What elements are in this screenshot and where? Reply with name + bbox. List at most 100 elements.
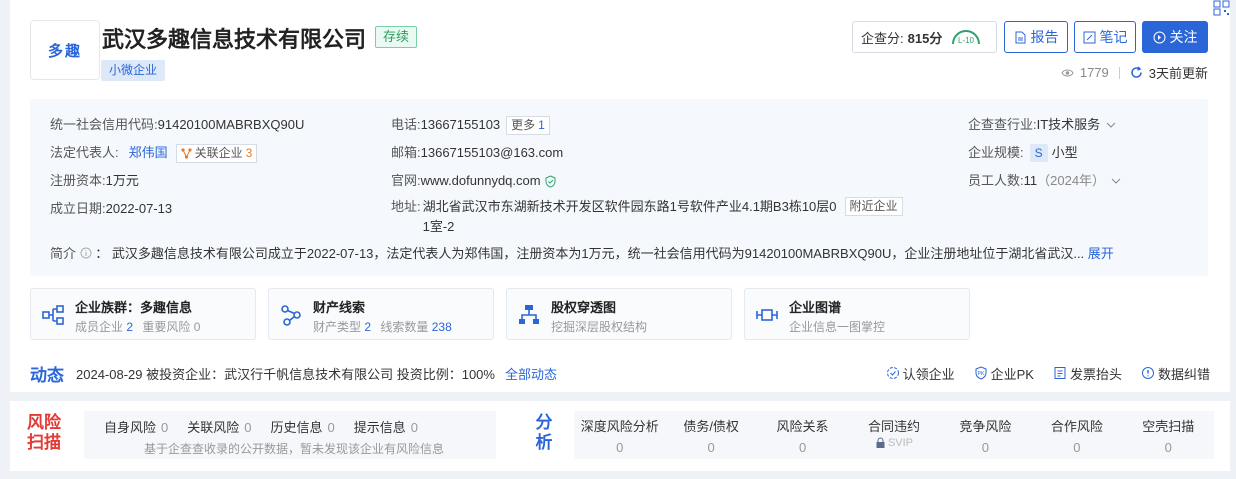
report-button[interactable]: 报告	[1004, 21, 1068, 53]
risk-note: 基于企查查收录的公开数据，暂未发现该企业有风险信息	[144, 442, 445, 456]
score-label: 企查分:	[861, 30, 904, 46]
feature-subtitle: 财产类型 2 线索数量 238	[313, 318, 452, 335]
scale-row: 企业规模: S 小型	[968, 139, 1121, 167]
credit-code-label: 统一社会信用代码:	[50, 117, 158, 132]
feature-card-group[interactable]: 企业族群：多趣信息 成员企业 2 重要风险 0	[30, 288, 256, 340]
related-companies-tag[interactable]: 关联企业 3	[175, 143, 258, 163]
website-row: 官网: www.dofunnydq.com	[391, 167, 903, 195]
analysis-item-deep-risk[interactable]: 深度风险分析 0	[574, 411, 665, 459]
dynamic-bar: 动态 2024-08-29 被投资企业：武汉行千帆信息技术有限公司 投资比例：1…	[30, 363, 1210, 385]
analysis-item-debt[interactable]: 债务/债权 0	[665, 411, 756, 459]
capital-label: 注册资本:	[50, 173, 106, 188]
chevron-down-icon[interactable]	[1111, 176, 1121, 186]
website-link[interactable]: www.dofunnydq.com	[421, 171, 541, 191]
dynamic-text[interactable]: 2024-08-29 被投资企业：武汉行千帆信息技术有限公司 投资比例：100%	[76, 364, 495, 383]
feature-card-graph[interactable]: 企业图谱 企业信息一图掌控	[744, 288, 970, 340]
company-pk-action[interactable]: PK 企业PK	[974, 364, 1034, 383]
risk-item-notice[interactable]: 提示信息 0	[354, 417, 418, 436]
claim-company-label: 认领企业	[902, 366, 955, 382]
address-value[interactable]: 湖北省武汉市东湖新技术开发区软件园东路1号软件产业4.1期B3栋10层0 1室-…	[423, 197, 837, 237]
network-icon	[181, 147, 192, 159]
intro-expand-link[interactable]: 展开	[1088, 246, 1114, 261]
nearby-companies-tag[interactable]: 附近企业	[844, 197, 903, 216]
views-icon	[1061, 69, 1074, 77]
invoice-title-action[interactable]: 发票抬头	[1053, 364, 1122, 383]
verified-shield-icon	[545, 174, 556, 188]
group-structure-icon	[42, 305, 64, 325]
analysis-item-label: 合作风险	[1050, 419, 1103, 434]
analysis-item-cooperation[interactable]: 合作风险 0	[1031, 411, 1122, 459]
size-tag[interactable]: 小微企业	[101, 60, 166, 81]
action-links: 认领企业 PK 企业PK 发票抬头 数据纠错	[886, 364, 1210, 383]
analysis-item-value: 0	[798, 440, 807, 455]
feature-sub-count: 0	[193, 320, 201, 334]
risk-item-label: 关联风险	[187, 420, 240, 435]
legal-rep-link[interactable]: 郑伟国	[129, 143, 168, 163]
correction-icon	[1141, 367, 1154, 379]
updated-text: 3天前更新	[1148, 66, 1208, 81]
founded-label: 成立日期:	[50, 201, 106, 216]
analysis-box: 深度风险分析 0 债务/债权 0 风险关系 0 合同违约 SVIP 竞争风险 0 合作风…	[574, 411, 1214, 459]
address-label: 地址:	[391, 199, 421, 214]
qr-code-icon[interactable]	[1212, 0, 1232, 16]
analysis-item-value: 0	[981, 440, 990, 455]
analysis-item-label: 合同违约	[867, 419, 920, 434]
analysis-item-label: 风险关系	[776, 419, 829, 434]
credit-code-value[interactable]: 91420100MABRBXQ90U	[158, 115, 305, 135]
meta-divider	[1118, 66, 1120, 79]
phone-more-count: 1	[538, 117, 545, 132]
dynamic-title: 动态	[30, 365, 64, 385]
risk-item-related[interactable]: 关联风险 0	[187, 417, 251, 436]
risk-scan-box[interactable]: 自身风险 0 关联风险 0 历史信息 0 提示信息 0 基于企查查收录的公开数据，暂未发…	[84, 411, 496, 459]
email-value[interactable]: 13667155103@163.com	[421, 143, 564, 163]
risk-item-self[interactable]: 自身风险 0	[104, 417, 168, 436]
feature-card-equity[interactable]: 股权穿透图 挖掘深层股权结构	[506, 288, 732, 340]
info-col-left: 统一社会信用代码: 91420100MABRBXQ90U 法定代表人: 郑伟国 …	[50, 111, 304, 223]
risk-item-history[interactable]: 历史信息 0	[271, 417, 335, 436]
report-label: 报告	[1030, 29, 1059, 45]
equity-tree-icon	[519, 305, 539, 324]
related-companies-label: 关联企业	[194, 145, 243, 160]
analysis-item-contract-breach[interactable]: 合同违约 SVIP	[848, 411, 939, 459]
analysis-item-value: 0	[1164, 440, 1172, 455]
related-companies-count: 3	[245, 145, 253, 160]
analysis-item-label: 深度风险分析	[580, 419, 659, 434]
industry-value[interactable]: IT技术服务	[1037, 115, 1101, 135]
feature-title: 企业图谱	[789, 300, 842, 315]
risk-item-count: 0	[244, 420, 252, 435]
status-badge: 存续	[375, 26, 418, 48]
data-correction-action[interactable]: 数据纠错	[1141, 364, 1210, 383]
check-circle-icon	[886, 367, 899, 379]
feature-title: 财产线索	[313, 300, 366, 315]
analysis-item-competition[interactable]: 竞争风险 0	[940, 411, 1031, 459]
address-line-1: 湖北省武汉市东湖新技术开发区软件园东路1号软件产业4.1期B3栋10层0	[422, 199, 837, 214]
legal-rep-label: 法定代表人:	[50, 145, 119, 160]
company-pk-label: 企业PK	[990, 366, 1034, 382]
follow-button[interactable]: 关注	[1142, 21, 1208, 53]
info-icon[interactable]	[80, 247, 92, 259]
phone-value[interactable]: 13667155103	[421, 115, 501, 135]
score-box[interactable]: 企查分: 815分 L-10	[852, 21, 997, 53]
risk-item-label: 历史信息	[270, 420, 323, 435]
founded-row: 成立日期: 2022-07-13	[50, 195, 304, 223]
analysis-item-shell-scan[interactable]: 空壳扫描 0	[1123, 411, 1214, 459]
chevron-down-icon[interactable]	[1106, 120, 1116, 130]
notes-label: 笔记	[1099, 29, 1128, 45]
intro-text: 武汉多趣信息技术有限公司成立于2022-07-13，法定代表人为郑伟国，注册资本…	[111, 246, 1085, 261]
claim-company-action[interactable]: 认领企业	[886, 364, 955, 383]
all-dynamics-link[interactable]: 全部动态	[505, 364, 557, 383]
feature-subtitle: 成员企业 2 重要风险 0	[75, 318, 200, 335]
lock-icon	[876, 437, 885, 448]
refresh-icon[interactable]	[1130, 66, 1143, 79]
notes-button[interactable]: 笔记	[1074, 21, 1136, 53]
edit-icon	[1083, 31, 1095, 43]
feature-card-assets[interactable]: 财产线索 财产类型 2 线索数量 238	[268, 288, 494, 340]
feature-sub-label: 线索数量	[380, 320, 429, 334]
phone-more-tag[interactable]: 更多 1	[506, 115, 550, 135]
invoice-title-label: 发票抬头	[1069, 366, 1122, 382]
website-label: 官网:	[391, 173, 421, 188]
feature-sub-count: 2	[364, 320, 372, 334]
feature-sub-label: 财产类型	[313, 320, 362, 334]
analysis-item-risk-relation[interactable]: 风险关系 0	[757, 411, 848, 459]
risk-items: 自身风险 0 关联风险 0 历史信息 0 提示信息 0	[104, 417, 418, 436]
